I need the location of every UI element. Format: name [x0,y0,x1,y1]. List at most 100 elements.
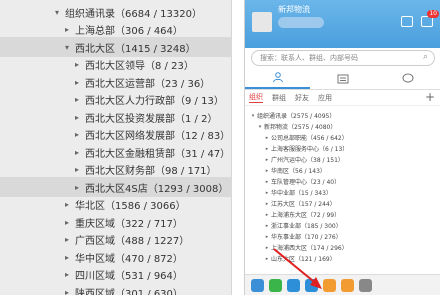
chevron-right-icon[interactable]: ▸ [62,288,72,295]
tab-contacts[interactable] [245,68,311,89]
contact-tree-item[interactable]: ▸ 浙江事业部（185 / 300） [245,220,440,231]
chevron-right-icon[interactable]: ▸ [62,200,72,209]
chevron-right-icon[interactable]: ▸ [62,218,72,227]
chevron-right-icon[interactable]: ▸ [263,135,271,141]
contact-tree-item[interactable]: ▸ 公司总部职能（456 / 642） [245,132,440,143]
tree-item-label: 上海总部（306 / 464） [75,26,183,37]
chevron-down-icon[interactable]: ▾ [62,43,72,52]
subtab[interactable]: 好友 [295,93,309,103]
user-name-blurred [278,17,324,28]
contact-tree-label: 华南区（56 / 143） [271,168,326,175]
tree-item-label: 西北大区财务部（98 / 171） [85,166,217,177]
contact-tree-label: 新邦物流（2575 / 4080） [264,124,337,131]
tree-item-label: 广西区域（488 / 1227） [75,236,190,247]
chevron-right-icon[interactable]: ▸ [72,148,82,157]
chevron-right-icon[interactable]: ▸ [62,25,72,34]
chevron-right-icon[interactable]: ▸ [72,183,82,192]
contact-tree-label: 江苏大区（157 / 244） [271,201,336,208]
chat-bubble-icon [402,73,414,83]
annotation-arrow-icon [273,248,322,289]
chevron-right-icon[interactable]: ▸ [263,179,271,185]
chevron-right-icon[interactable]: ▸ [72,113,82,122]
contact-tree-item[interactable]: ▾ 组织通讯录（2575 / 4095） [245,110,440,121]
contact-tree-label: 车队管理中心（23 / 40） [271,179,341,186]
contact-tree-label: 上海客服服务中心（6 / 13） [271,146,349,153]
tree-item-label: 西北大区网络发展部（12 / 83） [85,131,231,142]
contact-tree-item[interactable]: ▸ 上海客服服务中心（6 / 13） [245,143,440,154]
tree-item[interactable]: ▸ 陕西区域（301 / 630） [0,282,232,295]
contact-tree-label: 组织通讯录（2575 / 4095） [257,113,336,120]
chevron-right-icon[interactable]: ▸ [263,256,271,262]
chevron-right-icon[interactable]: ▸ [263,201,271,207]
chevron-down-icon[interactable]: ▾ [256,124,264,130]
camera-icon[interactable] [401,16,413,27]
tree-item-label: 西北大区（1415 / 3248） [75,43,196,55]
chevron-right-icon[interactable]: ▸ [263,168,271,174]
app-name: 新邦物流 [278,5,310,14]
tree-item-label: 西北大区人力行政部（9 / 13） [85,96,224,107]
app-shortcut-icon[interactable] [341,278,354,292]
subtab[interactable]: 应用 [318,93,332,103]
tree-item-label: 陕西区域（301 / 630） [75,288,183,295]
chevron-right-icon[interactable]: ▸ [72,130,82,139]
search-placeholder: 搜索：联系人、群组、内部号码 [260,54,358,62]
chevron-right-icon[interactable]: ▸ [263,146,271,152]
contact-tree-label: 浙江事业部（185 / 300） [271,223,342,230]
chevron-right-icon[interactable]: ▸ [62,270,72,279]
tree-item-label: 西北大区投资发展部（1 / 2） [85,113,218,125]
tree-item-label: 重庆区域（322 / 717） [75,218,183,230]
chevron-right-icon[interactable]: ▸ [263,223,271,229]
chevron-right-icon[interactable]: ▸ [72,78,82,87]
contact-tree-item[interactable]: ▸ 华中业部（15 / 343） [245,187,440,198]
contact-tree-item[interactable]: ▸ 广州汽运中心（38 / 151） [245,154,440,165]
chevron-down-icon[interactable]: ▾ [249,113,257,119]
chevron-right-icon[interactable]: ▸ [263,234,271,240]
chevron-right-icon[interactable]: ▸ [263,190,271,196]
contact-tree-label: 广州汽运中心（38 / 151） [271,157,344,164]
avatar[interactable] [252,12,272,32]
search-input[interactable]: 搜索：联系人、群组、内部号码 ⌕ [251,50,435,66]
chevron-right-icon[interactable]: ▸ [62,235,72,244]
tree-item-label: 组织通讯录（6684 / 13320） [65,8,202,20]
mail-badge: 10 [427,10,439,18]
contact-tree-label: 华东事业部（170 / 276） [271,234,342,241]
chevron-right-icon[interactable]: ▸ [263,212,271,218]
app-shortcut-icon[interactable] [251,278,264,292]
tree-item-label: 华北区（1586 / 3066） [75,201,186,212]
subtab[interactable]: 组织 [249,92,263,103]
chevron-down-icon[interactable]: ▾ [52,8,62,17]
contact-tree-item[interactable]: ▸ 上海浦东大区（72 / 99） [245,209,440,220]
client-header: 新邦物流 10 [245,0,440,48]
contact-tree-item[interactable]: ▸ 车队管理中心（23 / 40） [245,176,440,187]
sub-tabs: 组织 群组 好友 应用 + [245,90,440,106]
contact-tree-label: 华中业部（15 / 343） [271,190,332,197]
contact-tree-item[interactable]: ▾ 新邦物流（2575 / 4080） [245,121,440,132]
chevron-right-icon[interactable]: ▸ [263,245,271,251]
chevron-right-icon[interactable]: ▸ [72,165,82,174]
chevron-right-icon[interactable]: ▸ [62,253,72,262]
contacts-icon [272,72,283,83]
contact-tree-item[interactable]: ▸ 华东事业部（170 / 276） [245,231,440,242]
main-tabs [245,68,440,90]
chevron-right-icon[interactable]: ▸ [72,95,82,104]
tree-item-label: 西北大区领导（8 / 23） [85,61,194,72]
contact-tree-label: 上海浦东大区（72 / 99） [271,212,341,219]
tree-item-label: 四川区域（531 / 964） [75,271,183,282]
header-icons: 10 [401,10,439,27]
tree-item-label: 西北大区4S店（1293 / 3008） [85,183,229,195]
chevron-right-icon[interactable]: ▸ [72,60,82,69]
tree-item-label: 西北大区金融租赁部（31 / 47） [85,148,231,160]
contact-tree-item[interactable]: ▸ 江苏大区（157 / 244） [245,198,440,209]
org-directory-panel: ▾ 组织通讯录（6684 / 13320） ▸ 上海总部（306 / 464） ▾ 西北大… [0,0,232,295]
subtab[interactable]: 群组 [272,93,286,103]
chevron-right-icon[interactable]: ▸ [263,157,271,163]
tab-messages[interactable] [310,68,375,89]
search-icon: ⌕ [422,52,428,62]
tab-chat[interactable] [376,68,440,89]
tree-item-label: 西北大区运营部（23 / 36） [85,78,211,90]
contact-tree-item[interactable]: ▸ 华南区（56 / 143） [245,165,440,176]
app-shortcut-icon[interactable] [359,278,372,292]
mail-icon[interactable]: 10 [421,10,439,27]
add-icon[interactable]: + [425,90,435,104]
list-icon [337,74,349,83]
